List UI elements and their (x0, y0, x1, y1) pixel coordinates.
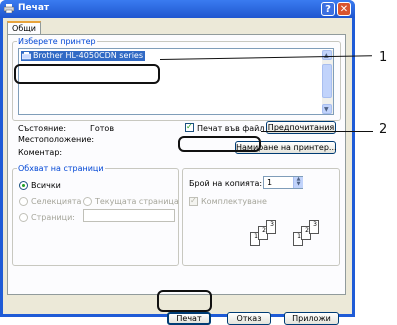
radio-selection-label[interactable]: Селекцията (31, 197, 81, 206)
printer-list-scrollbar[interactable]: ▲ ▼ (322, 50, 333, 114)
radio-current-page[interactable] (83, 197, 92, 206)
scroll-thumb[interactable] (322, 64, 332, 98)
select-printer-label: Изберете принтер (17, 37, 97, 46)
printer-list-item[interactable]: Brother HL-4050CDN series (21, 51, 145, 61)
radio-current-page-label[interactable]: Текущата страница (95, 197, 179, 206)
printer-icon (22, 52, 31, 60)
radio-pages-label[interactable]: Страници: (31, 213, 75, 222)
checkmark-icon: ✓ (186, 122, 193, 131)
callout-ring-printer (14, 64, 160, 84)
callout-ring-print-button (157, 290, 212, 312)
tab-general[interactable]: Общи (7, 21, 41, 34)
printer-name: Brother HL-4050CDN series (33, 51, 143, 60)
printer-icon (4, 4, 14, 13)
collate-label: Комплектуване (201, 197, 267, 206)
copies-value: 1 (267, 178, 273, 187)
print-to-file-checkbox[interactable]: ✓ (185, 122, 194, 132)
callout-number-1: 1 (379, 50, 388, 65)
callout-ring-print-to-file (178, 136, 261, 152)
radio-selection[interactable] (19, 197, 28, 206)
collate-illustration-right: 1 2 3 (293, 220, 329, 250)
callout-number-2: 2 (379, 122, 388, 137)
comment-label: Коментар: (18, 148, 63, 157)
radio-all[interactable] (19, 181, 28, 190)
cancel-button[interactable]: Отказ (227, 312, 271, 325)
window-title: Печат (18, 3, 50, 13)
dialog-client-area: Общи Изберете принтер Brother HL-4050CDN… (3, 18, 352, 325)
radio-all-label[interactable]: Всички (31, 181, 61, 190)
print-to-file-label: Печат във файл (197, 124, 265, 133)
print-button[interactable]: Печат (167, 312, 211, 325)
checkmark-icon: ✓ (190, 196, 197, 205)
title-bar[interactable]: Печат ? ✕ (0, 0, 355, 18)
location-label: Местоположение: (18, 135, 95, 144)
page-range-label: Обхват на страници (17, 164, 105, 173)
preferences-button[interactable]: Предпочитания (266, 121, 336, 134)
copies-label: Брой на копията: (189, 179, 263, 188)
spin-buttons[interactable]: ▲ ▼ (293, 177, 303, 188)
collate-illustration-left: 1 2 3 (250, 220, 286, 250)
radio-selected-dot (22, 184, 25, 187)
help-button[interactable]: ? (321, 2, 335, 16)
radio-pages[interactable] (19, 213, 28, 222)
apply-button[interactable]: Приложи (284, 312, 339, 325)
collate-checkbox[interactable]: ✓ (189, 196, 198, 206)
callout-line-2 (261, 131, 373, 132)
pages-input[interactable] (83, 209, 175, 222)
close-button[interactable]: ✕ (337, 2, 351, 16)
copies-stepper[interactable]: 1 ▲ ▼ (263, 176, 303, 189)
chevron-down-icon: ▼ (324, 106, 329, 113)
status-label: Състояние: (18, 124, 67, 133)
status-value: Готов (90, 124, 115, 133)
